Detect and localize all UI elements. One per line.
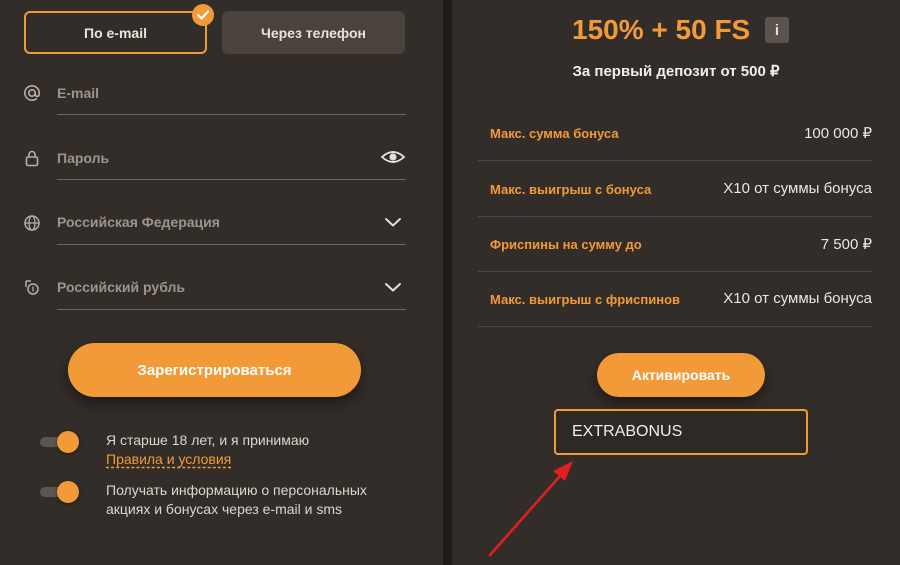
lock-icon — [22, 148, 42, 168]
currency-value: Российский рубль — [57, 279, 185, 295]
email-input[interactable] — [57, 81, 367, 105]
tab-email-label: По e-mail — [84, 24, 147, 41]
red-arrow-annotation — [488, 461, 573, 557]
tab-email[interactable]: По e-mail — [24, 4, 214, 54]
tab-phone-label: Через телефон — [260, 24, 367, 41]
bonus-row-label: Фриспины на сумму до — [490, 237, 642, 252]
bonus-row-value: 7 500 ₽ — [820, 236, 872, 253]
bonus-row-label: Макс. сумма бонуса — [490, 126, 619, 141]
bonus-row: Макс. сумма бонуса 100 000 ₽ — [478, 105, 872, 161]
register-button[interactable]: Зарегистрироваться — [68, 343, 361, 397]
country-underline — [57, 244, 406, 245]
bonus-row-value: 100 000 ₽ — [804, 125, 872, 142]
toggle-knob — [57, 431, 79, 453]
password-input[interactable] — [57, 146, 367, 170]
registration-panel: По e-mail Через телефон Российская Федер… — [0, 0, 443, 565]
marketing-consent-line1: Получать информацию о персональных — [106, 482, 367, 498]
bonus-row: Макс. выигрыш с фриспинов X10 от суммы б… — [478, 271, 872, 327]
email-underline — [57, 114, 406, 115]
country-select[interactable]: Российская Федерация — [22, 205, 406, 245]
rules-link[interactable]: Правила и условия — [106, 451, 231, 467]
bonus-subtitle: За первый депозит от 500 ₽ — [572, 63, 780, 80]
at-sign-icon — [22, 83, 42, 103]
activate-button[interactable]: Активировать — [597, 353, 765, 397]
email-field-row — [22, 75, 406, 115]
bonus-row: Фриспины на сумму до 7 500 ₽ — [478, 216, 872, 272]
tab-phone[interactable]: Через телефон — [222, 11, 405, 54]
currency-icon — [22, 278, 42, 298]
bonus-row: Макс. выигрыш с бонуса X10 от суммы бону… — [478, 161, 872, 217]
password-underline — [57, 179, 406, 180]
show-password-eye-icon[interactable] — [380, 146, 406, 168]
marketing-consent-line2: акциях и бонусах через e-mail и sms — [106, 501, 343, 517]
age-consent-label: Я старше 18 лет, и я принимаю — [106, 432, 310, 448]
bonus-row-value: X10 от суммы бонуса — [723, 180, 872, 197]
chevron-down-icon — [380, 211, 406, 233]
bonus-row-label: Макс. выигрыш с бонуса — [490, 182, 652, 197]
info-icon[interactable]: i — [765, 17, 789, 43]
globe-icon — [22, 213, 42, 233]
bonus-title: 150% + 50 FS — [572, 14, 751, 45]
checkmark-icon — [192, 4, 214, 26]
chevron-down-icon — [380, 276, 406, 298]
country-value: Российская Федерация — [57, 214, 220, 230]
age-consent-toggle[interactable] — [40, 431, 80, 453]
bonus-row-value: X10 от суммы бонуса — [723, 290, 872, 307]
promo-code-input[interactable] — [554, 409, 808, 455]
age-consent-text: Я старше 18 лет, и я принимаю Правила и … — [106, 431, 309, 469]
toggle-knob — [57, 481, 79, 503]
marketing-consent-text: Получать информацию о персональных акция… — [106, 481, 367, 519]
bonus-row-label: Макс. выигрыш с фриспинов — [490, 292, 681, 307]
password-field-row — [22, 140, 406, 180]
marketing-consent-toggle[interactable] — [40, 481, 80, 503]
currency-select[interactable]: Российский рубль — [22, 270, 406, 310]
currency-underline — [57, 309, 406, 310]
